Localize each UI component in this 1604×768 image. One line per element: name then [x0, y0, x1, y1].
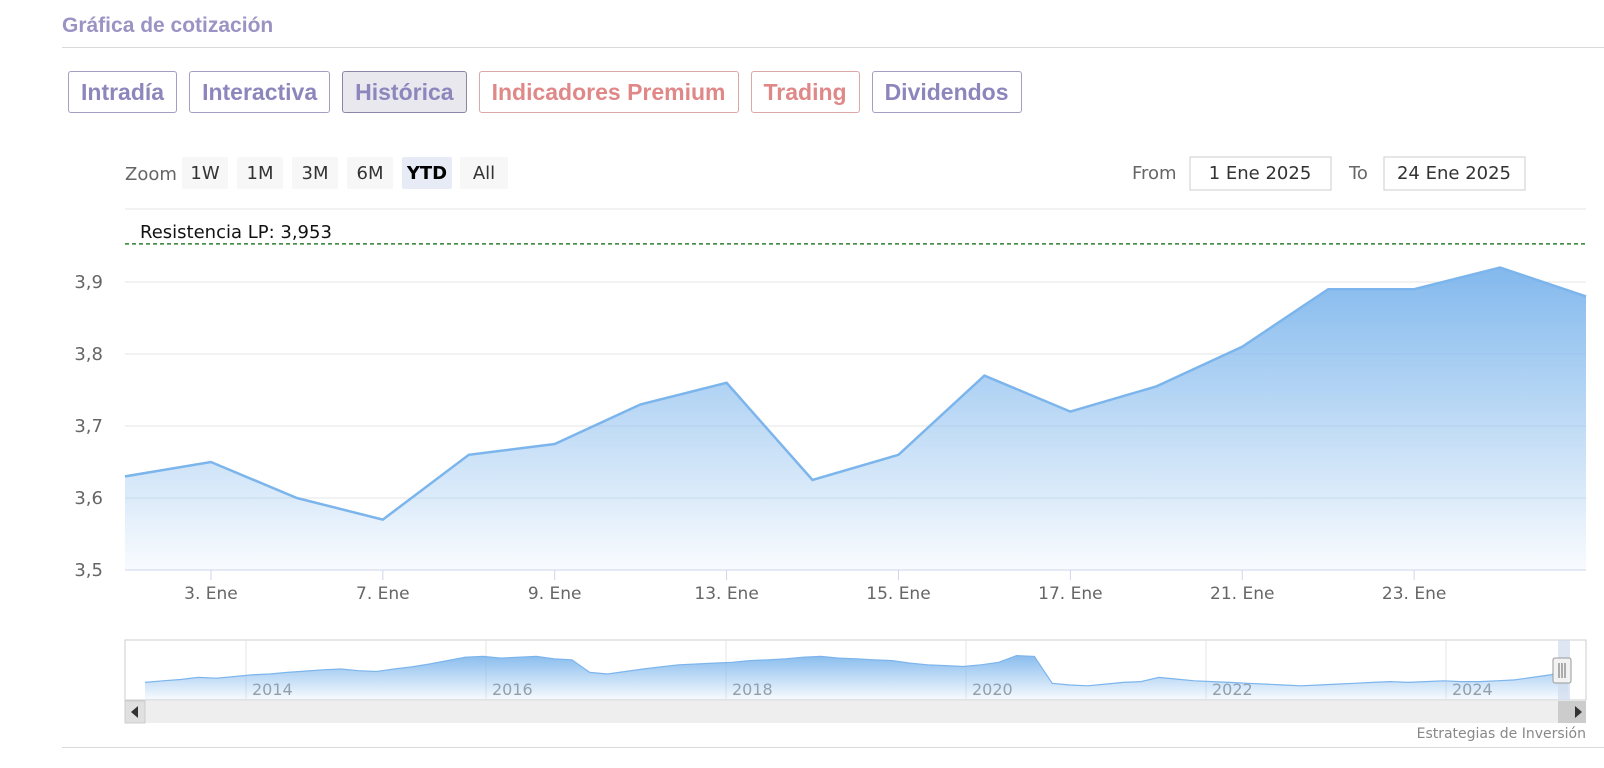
y-tick-label: 3,9	[74, 272, 103, 293]
price-area	[125, 267, 1586, 570]
x-axis-labels: 3. Ene 7. Ene 9. Ene 13. Ene 15. Ene 17. Ene 2…	[184, 570, 1446, 604]
navigator: 201420162018202020222024	[124, 639, 1587, 701]
x-tick-label: 15. Ene	[866, 584, 930, 604]
zoom-buttons: 1W 1M 3M 6M YTD All	[182, 157, 508, 189]
y-tick-label: 3,5	[74, 560, 103, 581]
footer-divider	[62, 747, 1604, 748]
zoom-all-button[interactable]: All	[473, 163, 495, 184]
x-tick-label: 13. Ene	[694, 584, 758, 604]
x-tick-label: 7. Ene	[356, 584, 410, 604]
zoom-ytd-button[interactable]: YTD	[406, 163, 447, 184]
y-tick-label: 3,8	[74, 344, 103, 365]
from-label: From	[1132, 163, 1177, 184]
x-tick-label: 23. Ene	[1382, 584, 1446, 604]
to-date-input[interactable]: 24 Ene 2025	[1397, 163, 1511, 184]
price-chart: Zoom 1W 1M 3M 6M YTD All From 1 Ene 2025…	[74, 156, 1587, 742]
from-date-input[interactable]: 1 Ene 2025	[1209, 163, 1312, 184]
resistance-label: Resistencia LP: 3,953	[140, 222, 332, 243]
zoom-1w-button[interactable]: 1W	[190, 163, 219, 184]
scrollbar-track[interactable]	[125, 701, 1586, 723]
y-axis-labels: 3,5 3,6 3,7 3,8 3,9	[74, 272, 103, 581]
to-label: To	[1348, 163, 1368, 184]
x-tick-label: 17. Ene	[1038, 584, 1102, 604]
y-tick-label: 3,7	[74, 416, 103, 437]
x-tick-label: 3. Ene	[184, 584, 238, 604]
zoom-3m-button[interactable]: 3M	[302, 163, 329, 184]
scrollbar[interactable]	[124, 700, 1586, 724]
zoom-1m-button[interactable]: 1M	[247, 163, 274, 184]
credits: Estrategias de Inversión	[1417, 726, 1586, 742]
y-tick-label: 3,6	[74, 488, 103, 509]
x-tick-label: 9. Ene	[528, 584, 582, 604]
x-tick-label: 21. Ene	[1210, 584, 1274, 604]
zoom-label: Zoom	[125, 164, 177, 185]
zoom-6m-button[interactable]: 6M	[357, 163, 384, 184]
